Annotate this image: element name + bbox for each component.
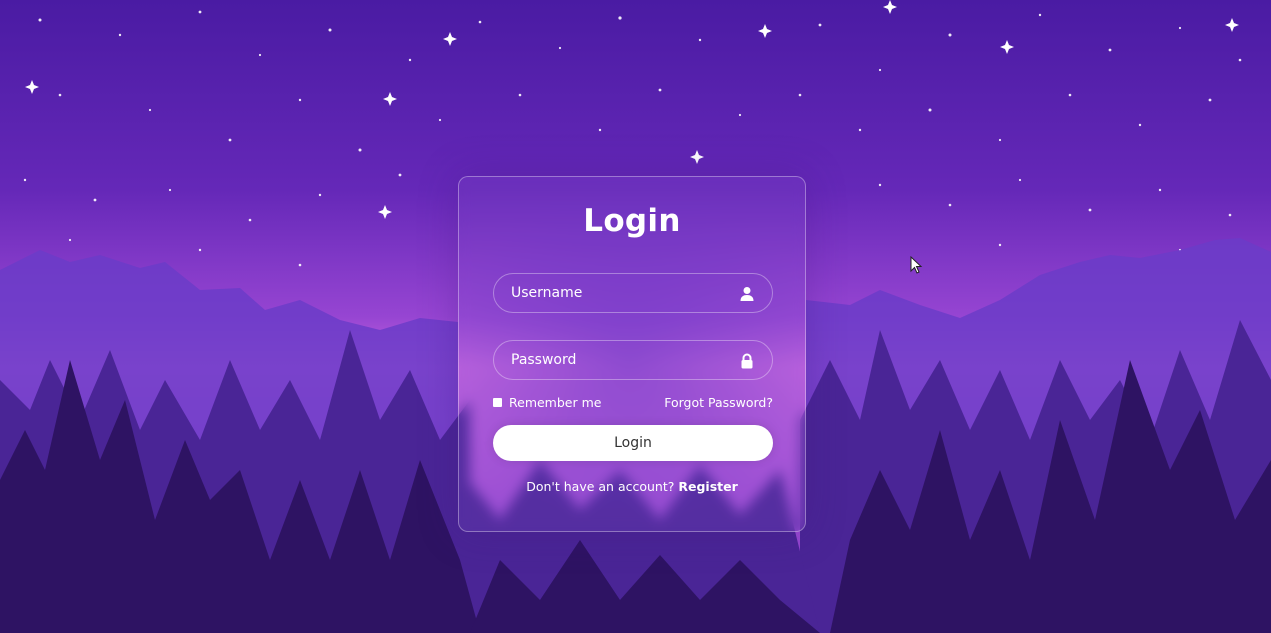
login-title: Login (583, 203, 681, 239)
remember-me[interactable]: Remember me (493, 395, 601, 410)
forgot-password-link[interactable]: Forgot Password? (664, 395, 773, 410)
user-icon (740, 287, 754, 301)
login-card: Login Remember me Forgot Password? Login (458, 176, 806, 532)
password-field[interactable] (493, 340, 773, 380)
login-page: Login Remember me Forgot Password? Login (0, 0, 1271, 633)
remember-checkbox[interactable] (493, 398, 502, 407)
username-input[interactable] (494, 274, 772, 312)
register-row: Don't have an account? Register (459, 479, 805, 494)
mouse-cursor-icon (910, 256, 923, 274)
password-input[interactable] (494, 341, 772, 379)
remember-row: Remember me Forgot Password? (493, 395, 773, 413)
lock-icon (741, 353, 753, 369)
register-link[interactable]: Register (678, 479, 737, 494)
register-prompt: Don't have an account? (526, 479, 675, 494)
login-button[interactable]: Login (493, 425, 773, 461)
remember-label: Remember me (509, 395, 602, 410)
username-field[interactable] (493, 273, 773, 313)
